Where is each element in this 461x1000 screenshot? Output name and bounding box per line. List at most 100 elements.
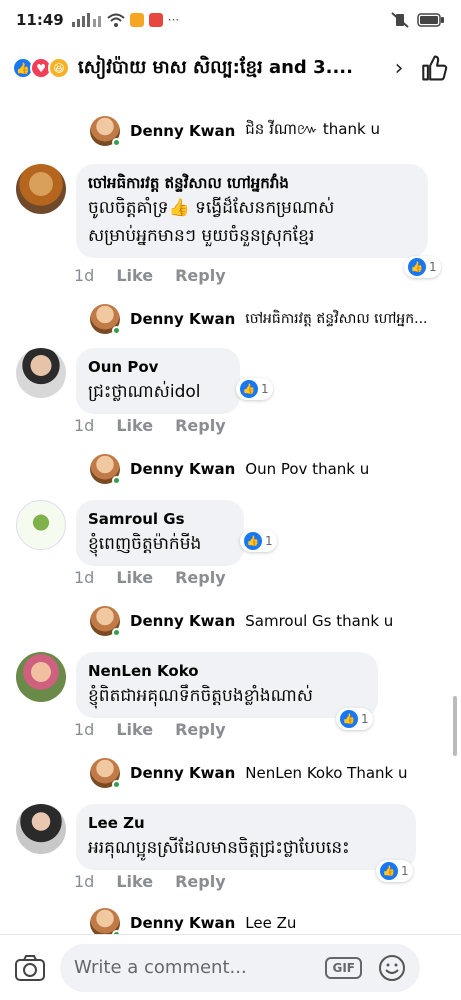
comment-list[interactable]: Denny Kwan ជិន វីណា៚ thank u ចៅអធិការវត្… — [0, 96, 461, 934]
comment-time: 1d — [74, 416, 95, 435]
notification-app-icon — [129, 13, 144, 27]
commenter-name[interactable]: Denny Kwan — [130, 914, 235, 932]
commenter-name[interactable]: Lee Zu — [88, 812, 404, 834]
online-indicator — [112, 138, 121, 147]
commenter-name[interactable]: Denny Kwan — [130, 310, 235, 328]
notification-app-icon-2 — [148, 13, 163, 27]
reply-comment[interactable]: Denny Kwan ចៅអធិការវត្ត ឥន្ទវិសាល ហៅអ្នក… — [90, 304, 428, 335]
commenter-name[interactable]: Denny Kwan — [130, 460, 235, 478]
wifi-icon — [107, 13, 125, 27]
avatar[interactable] — [90, 116, 121, 147]
comment-actions: 1d Like Reply — [74, 568, 226, 587]
emoji-icon[interactable] — [378, 954, 406, 982]
reaction-count[interactable]: 👍 1 — [236, 378, 273, 400]
comment-bubble[interactable]: NenLen Koko ខ្ញុំពិតជាអគុណទឹកចិត្តបងខ្លា… — [76, 652, 378, 718]
reply-text: NenLen Koko Thank u — [245, 764, 408, 782]
reaction-count[interactable]: 👍 1 — [376, 860, 413, 882]
like-button[interactable]: Like — [116, 720, 153, 739]
battery-icon — [417, 13, 444, 27]
comment-actions: 1d Like Reply — [74, 872, 226, 891]
comment-time: 1d — [74, 266, 95, 285]
like-button[interactable]: Like — [116, 266, 153, 285]
chevron-right-icon[interactable]: › — [395, 56, 404, 81]
comment-time: 1d — [74, 568, 95, 587]
avatar[interactable] — [90, 304, 121, 335]
online-indicator — [112, 628, 121, 637]
reply-text: Lee Zu — [245, 914, 297, 932]
commenter-name[interactable]: Oun Pov — [88, 356, 228, 378]
reply-button[interactable]: Reply — [175, 720, 226, 739]
reaction-summary[interactable]: 👍 ♥ 😆 — [12, 57, 70, 79]
comment-placeholder[interactable]: Write a comment... — [74, 957, 325, 978]
commenter-name[interactable]: ចៅអធិការវត្ត ឥន្ទវិសាល ហៅអ្នកវាំង — [88, 172, 416, 194]
reply-comment[interactable]: Denny Kwan Oun Pov thank u — [90, 454, 370, 485]
reply-text: ជិន វីណា៚ thank u — [245, 120, 380, 138]
reply-text: ចៅអធិការវត្ត ឥន្ទវិសាល ហៅអ្នក... — [245, 310, 428, 327]
online-indicator — [112, 476, 121, 485]
comment-text-line: ខ្ញុំពេញចិត្តម៉ាក់មីង — [88, 534, 202, 554]
camera-icon[interactable] — [14, 954, 46, 982]
avatar[interactable] — [16, 348, 66, 398]
post-title[interactable]: សៀវប៉ាយ មាស សិល្ប:ខ្មែរ and 3.... — [78, 55, 383, 82]
comment-text-line: សម្រាប់អ្នកមានៗ មួយចំនួនស្រុកខ្មែរ — [88, 226, 315, 246]
like-reaction-icon: 👍 — [240, 380, 258, 398]
avatar[interactable] — [90, 758, 121, 789]
gif-button[interactable]: GIF — [325, 956, 362, 979]
comment-bubble[interactable]: Oun Pov ជ្រះថ្លាណាស់idol — [76, 348, 240, 414]
reply-comment[interactable]: Denny Kwan Lee Zu — [90, 908, 296, 934]
reply-button[interactable]: Reply — [175, 872, 226, 891]
comment-actions: 1d Like Reply — [74, 266, 226, 285]
avatar[interactable] — [90, 606, 121, 637]
signal-icon — [71, 13, 101, 27]
status-more: ··· — [167, 13, 180, 27]
like-button[interactable]: Like — [116, 416, 153, 435]
avatar[interactable] — [90, 454, 121, 485]
reply-text: Samroul Gs thank u — [245, 612, 394, 630]
avatar[interactable] — [16, 164, 66, 214]
comment-actions: 1d Like Reply — [74, 720, 226, 739]
comment-actions: 1d Like Reply — [74, 416, 226, 435]
comment-bubble[interactable]: ចៅអធិការវត្ត ឥន្ទវិសាល ហៅអ្នកវាំង ចូលចិត… — [76, 164, 428, 258]
reply-button[interactable]: Reply — [175, 416, 226, 435]
like-button[interactable]: Like — [116, 568, 153, 587]
commenter-name[interactable]: Samroul Gs — [88, 508, 232, 530]
commenter-name[interactable]: Denny Kwan — [130, 764, 235, 782]
commenter-name[interactable]: NenLen Koko — [88, 660, 366, 682]
avatar[interactable] — [16, 804, 66, 854]
status-icons: ··· — [71, 13, 180, 27]
avatar[interactable] — [16, 652, 66, 702]
comment-text-line: ខ្ញុំពិតជាអគុណទឹកចិត្តបងខ្លាំងណាស់ — [88, 686, 313, 706]
avatar[interactable] — [16, 500, 66, 550]
reactions-header: 👍 ♥ 😆 សៀវប៉ាយ មាស សិល្ប:ខ្មែរ and 3.... … — [0, 40, 461, 96]
haha-reaction-icon: 😆 — [48, 57, 70, 79]
comment-text-line: ជ្រះថ្លាណាស់idol — [88, 382, 201, 402]
online-indicator — [112, 780, 121, 789]
like-button[interactable]: Like — [116, 872, 153, 891]
reaction-count[interactable]: 👍 1 — [240, 530, 277, 552]
scrollbar[interactable] — [453, 696, 457, 756]
status-time: 11:49 — [16, 11, 64, 29]
like-reaction-icon: 👍 — [408, 258, 426, 276]
comment-bubble[interactable]: Samroul Gs ខ្ញុំពេញចិត្តម៉ាក់មីង — [76, 500, 244, 566]
commenter-name[interactable]: Denny Kwan — [130, 122, 235, 140]
commenter-name[interactable]: Denny Kwan — [130, 612, 235, 630]
comment-bubble[interactable]: Lee Zu អរគុណប្អូនស្រីដែលមានចិត្តជ្រះថ្លា… — [76, 804, 416, 870]
online-indicator — [112, 326, 121, 335]
reply-comment[interactable]: Denny Kwan ជិន វីណា៚ thank u — [90, 116, 380, 147]
reply-button[interactable]: Reply — [175, 568, 226, 587]
comment-composer: Write a comment... GIF — [0, 934, 461, 1000]
reply-text: Oun Pov thank u — [245, 460, 370, 478]
reaction-count[interactable]: 👍 1 — [404, 256, 441, 278]
reply-comment[interactable]: Denny Kwan Samroul Gs thank u — [90, 606, 394, 637]
mute-vibrate-icon — [391, 12, 409, 28]
reply-button[interactable]: Reply — [175, 266, 226, 285]
avatar[interactable] — [90, 908, 121, 934]
comment-input[interactable]: Write a comment... GIF — [60, 943, 420, 992]
like-reaction-icon: 👍 — [244, 532, 262, 550]
like-post-button[interactable] — [421, 54, 449, 82]
comment-text-line: អរគុណប្អូនស្រីដែលមានចិត្តជ្រះថ្លាបែបនេះ — [88, 838, 350, 858]
reply-comment[interactable]: Denny Kwan NenLen Koko Thank u — [90, 758, 408, 789]
reaction-count[interactable]: 👍 1 — [336, 708, 373, 730]
comment-time: 1d — [74, 872, 95, 891]
status-right — [391, 12, 445, 28]
